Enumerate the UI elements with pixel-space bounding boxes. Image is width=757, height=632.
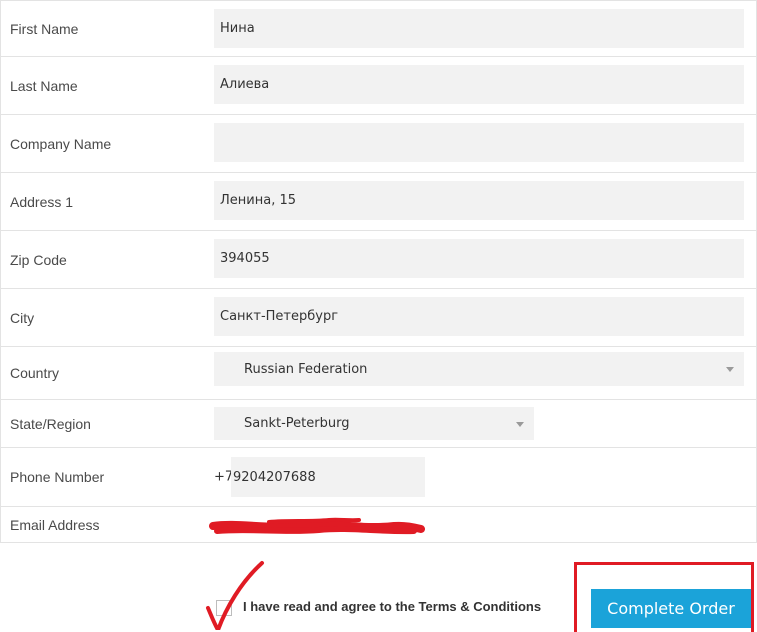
country-label: Country — [10, 365, 60, 381]
company-name-row: Company Name — [1, 115, 756, 173]
complete-order-button[interactable]: Complete Order — [591, 589, 751, 628]
email-row: Email Address — [1, 507, 756, 543]
first-name-input[interactable]: Нина — [214, 9, 744, 48]
terms-label[interactable]: I have read and agree to the Terms & Con… — [243, 599, 541, 614]
last-name-label: Last Name — [10, 77, 78, 94]
country-row: Country Russian Federation — [1, 347, 756, 400]
address1-row: Address 1 Ленина, 15 — [1, 173, 756, 231]
state-row: State/Region Sankt-Peterburg — [1, 400, 756, 448]
handdrawn-checkmark-icon — [206, 561, 264, 630]
last-name-input[interactable]: Алиева — [214, 65, 744, 104]
phone-input[interactable]: 9204207688 — [231, 457, 425, 497]
city-label: City — [10, 309, 35, 326]
first-name-row: First Name Нина — [1, 1, 756, 57]
phone-row: Phone Number +7 9204207688 — [1, 448, 756, 507]
email-label: Email Address — [10, 516, 100, 533]
zip-code-input[interactable]: 394055 — [214, 239, 744, 278]
chevron-down-icon — [516, 421, 524, 427]
redaction-scribble — [209, 517, 425, 535]
city-input[interactable]: Санкт-Петербург — [214, 297, 744, 336]
address1-label: Address 1 — [10, 193, 74, 210]
last-name-row: Last Name Алиева — [1, 57, 756, 115]
chevron-down-icon — [726, 367, 734, 372]
zip-code-label: Zip Code — [10, 251, 67, 268]
order-submit-area: I have read and agree to the Terms & Con… — [0, 548, 757, 632]
country-select-value: Russian Federation — [244, 361, 368, 377]
state-select[interactable]: Sankt-Peterburg — [214, 407, 534, 440]
zip-code-row: Zip Code 394055 — [1, 231, 756, 289]
phone-label: Phone Number — [10, 469, 105, 485]
state-select-value: Sankt-Peterburg — [244, 416, 350, 431]
state-label: State/Region — [10, 415, 91, 432]
country-select[interactable]: Russian Federation — [214, 352, 744, 386]
address1-input[interactable]: Ленина, 15 — [214, 181, 744, 220]
company-name-label: Company Name — [10, 135, 112, 152]
first-name-label: First Name — [10, 20, 79, 37]
billing-form: First Name Нина Last Name Алиева Company… — [0, 0, 757, 543]
company-name-input[interactable] — [214, 123, 744, 162]
city-row: City Санкт-Петербург — [1, 289, 756, 347]
